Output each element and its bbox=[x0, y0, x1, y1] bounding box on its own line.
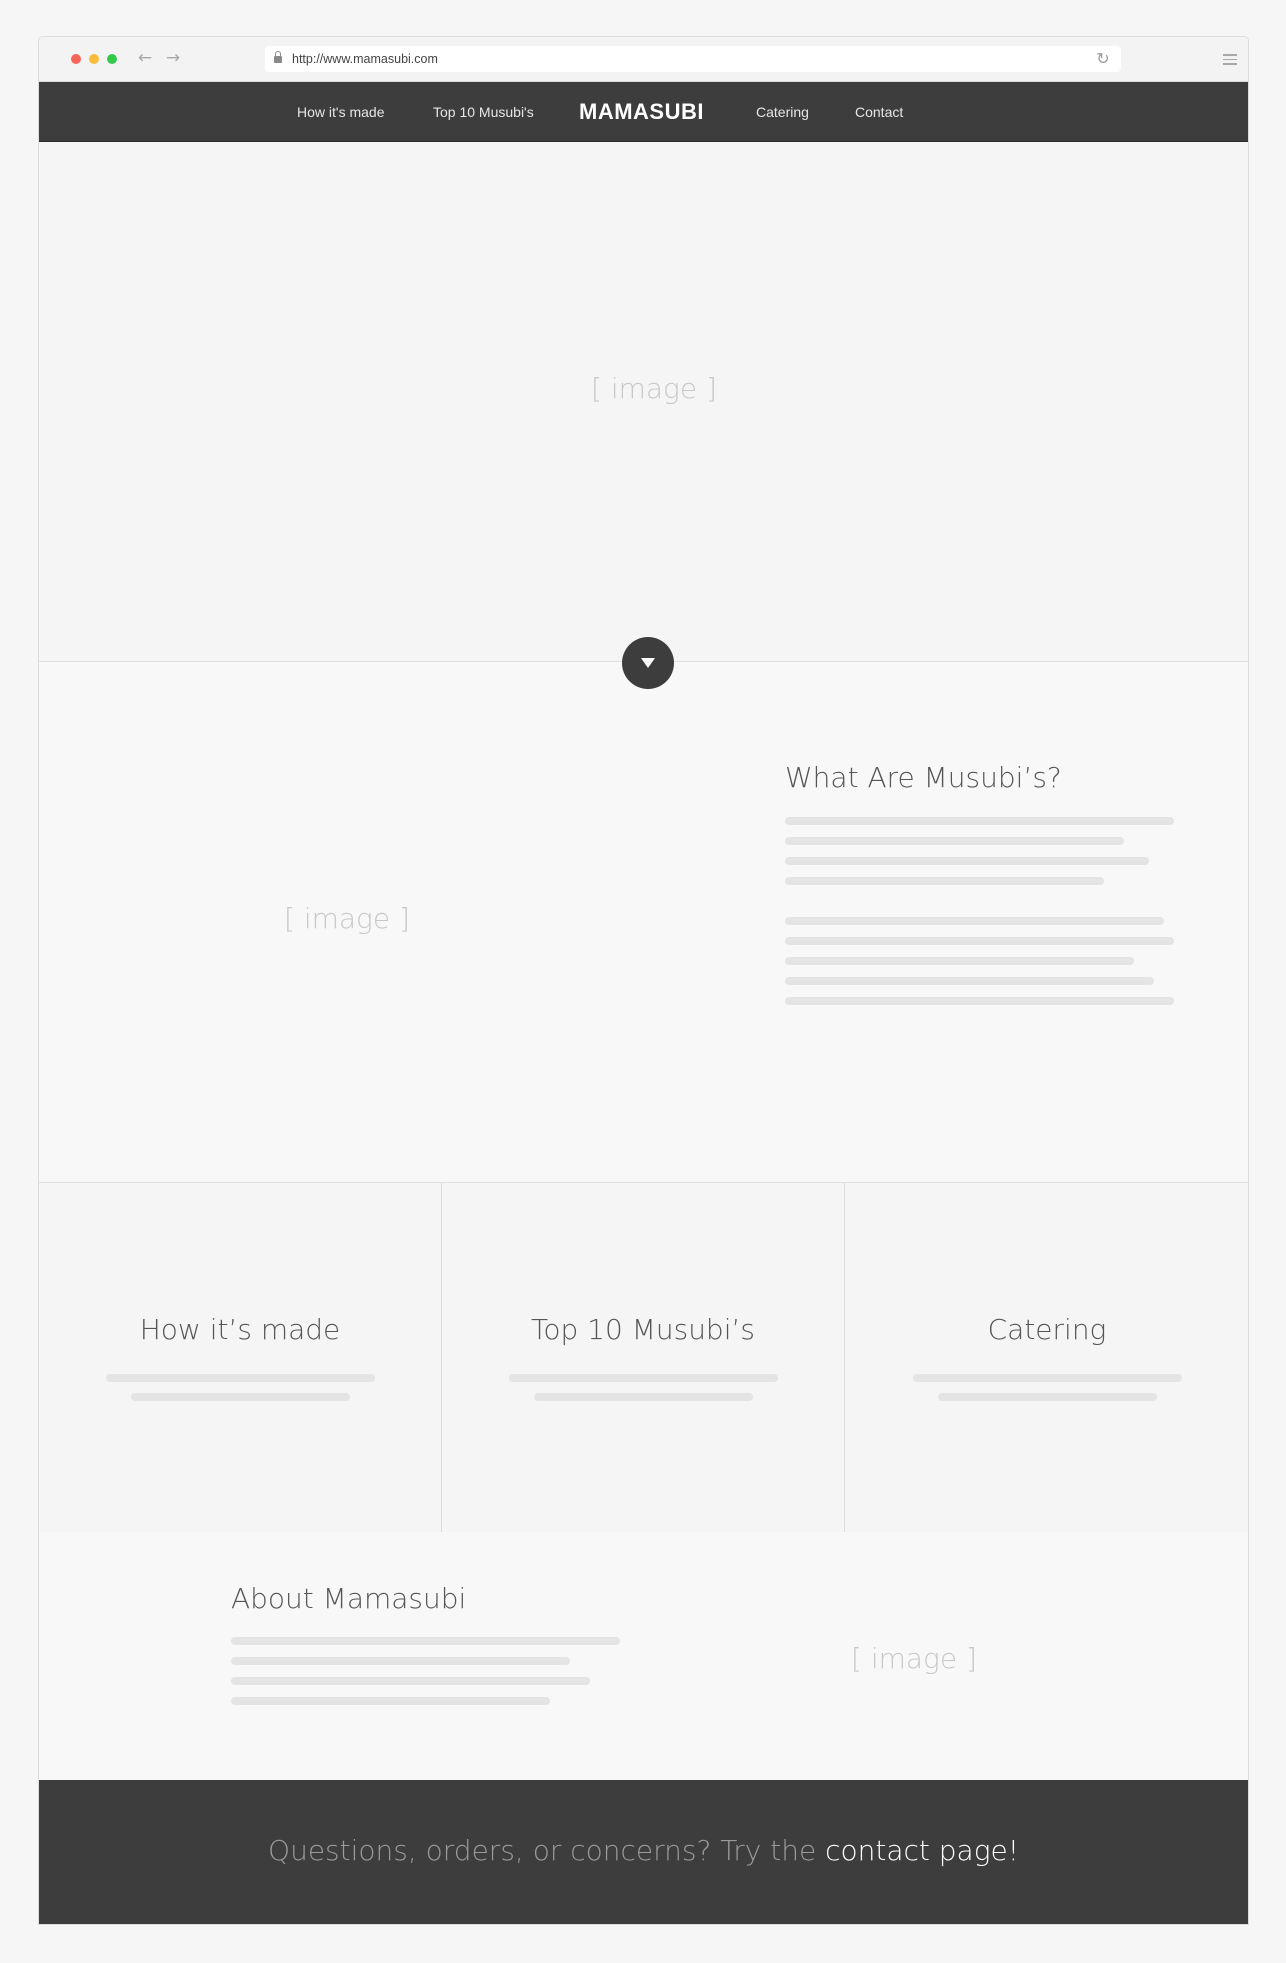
footer-text: Questions, orders, or concerns? Try the … bbox=[39, 1834, 1248, 1867]
card-title: Catering bbox=[987, 1313, 1107, 1346]
lock-icon bbox=[274, 51, 282, 64]
what-are-musubis-section: [ image ] What Are Musubi’s? bbox=[39, 662, 1248, 1183]
card-catering[interactable]: Catering bbox=[845, 1183, 1248, 1532]
back-arrow-icon[interactable]: ← bbox=[135, 47, 155, 69]
forward-arrow-icon[interactable]: → bbox=[163, 47, 183, 69]
minimize-window-button[interactable] bbox=[89, 54, 99, 64]
site-logo[interactable]: MAMASUBI bbox=[579, 82, 704, 142]
text-line bbox=[785, 997, 1174, 1005]
text-line bbox=[785, 917, 1164, 925]
text-line bbox=[106, 1374, 375, 1382]
text-line bbox=[131, 1393, 350, 1401]
url-text: http://www.mamasubi.com bbox=[292, 52, 438, 66]
text-line bbox=[938, 1393, 1157, 1401]
section-image-placeholder: [ image ] bbox=[284, 902, 410, 935]
hero-banner: [ image ] bbox=[39, 142, 1248, 662]
nav-link-catering[interactable]: Catering bbox=[756, 82, 809, 142]
section-heading: What Are Musubi’s? bbox=[785, 761, 1062, 794]
contact-page-link[interactable]: contact page! bbox=[825, 1834, 1019, 1867]
text-line bbox=[231, 1677, 590, 1685]
text-line bbox=[231, 1637, 620, 1645]
text-line bbox=[785, 937, 1174, 945]
hamburger-menu-icon[interactable] bbox=[1223, 54, 1237, 65]
browser-toolbar: ← → http://www.mamasubi.com ↻ bbox=[39, 37, 1248, 82]
hero-image-placeholder: [ image ] bbox=[591, 372, 717, 405]
caret-down-icon bbox=[641, 658, 655, 668]
text-line bbox=[534, 1393, 753, 1401]
text-line bbox=[913, 1374, 1182, 1382]
reload-icon[interactable]: ↻ bbox=[1093, 49, 1113, 69]
text-line bbox=[231, 1657, 570, 1665]
footer-prompt: Questions, orders, or concerns? Try the bbox=[268, 1834, 826, 1867]
text-line bbox=[785, 817, 1174, 825]
text-line bbox=[785, 957, 1134, 965]
footer: Questions, orders, or concerns? Try the … bbox=[39, 1780, 1248, 1924]
nav-link-how-its-made[interactable]: How it's made bbox=[297, 82, 384, 142]
site-navigation: How it's made Top 10 Musubi's MAMASUBI C… bbox=[39, 82, 1248, 142]
scroll-down-button[interactable] bbox=[622, 637, 674, 689]
card-top-10[interactable]: Top 10 Musubi’s bbox=[442, 1183, 845, 1532]
card-title: How it’s made bbox=[139, 1313, 341, 1346]
nav-link-contact[interactable]: Contact bbox=[855, 82, 903, 142]
address-bar[interactable]: http://www.mamasubi.com ↻ bbox=[265, 46, 1121, 72]
text-line bbox=[785, 877, 1104, 885]
text-line bbox=[785, 857, 1149, 865]
about-image-placeholder: [ image ] bbox=[851, 1642, 977, 1675]
nav-link-top-10[interactable]: Top 10 Musubi's bbox=[433, 82, 534, 142]
browser-window: ← → http://www.mamasubi.com ↻ How it's m… bbox=[38, 36, 1249, 1925]
text-line bbox=[509, 1374, 778, 1382]
feature-cards: How it’s made Top 10 Musubi’s Catering bbox=[39, 1183, 1248, 1532]
maximize-window-button[interactable] bbox=[107, 54, 117, 64]
card-how-its-made[interactable]: How it’s made bbox=[39, 1183, 442, 1532]
text-line bbox=[785, 837, 1124, 845]
about-section: About Mamasubi [ image ] bbox=[39, 1532, 1248, 1780]
text-line bbox=[785, 977, 1154, 985]
about-heading: About Mamasubi bbox=[231, 1582, 467, 1615]
close-window-button[interactable] bbox=[71, 54, 81, 64]
text-line bbox=[231, 1697, 550, 1705]
card-title: Top 10 Musubi’s bbox=[531, 1313, 755, 1346]
